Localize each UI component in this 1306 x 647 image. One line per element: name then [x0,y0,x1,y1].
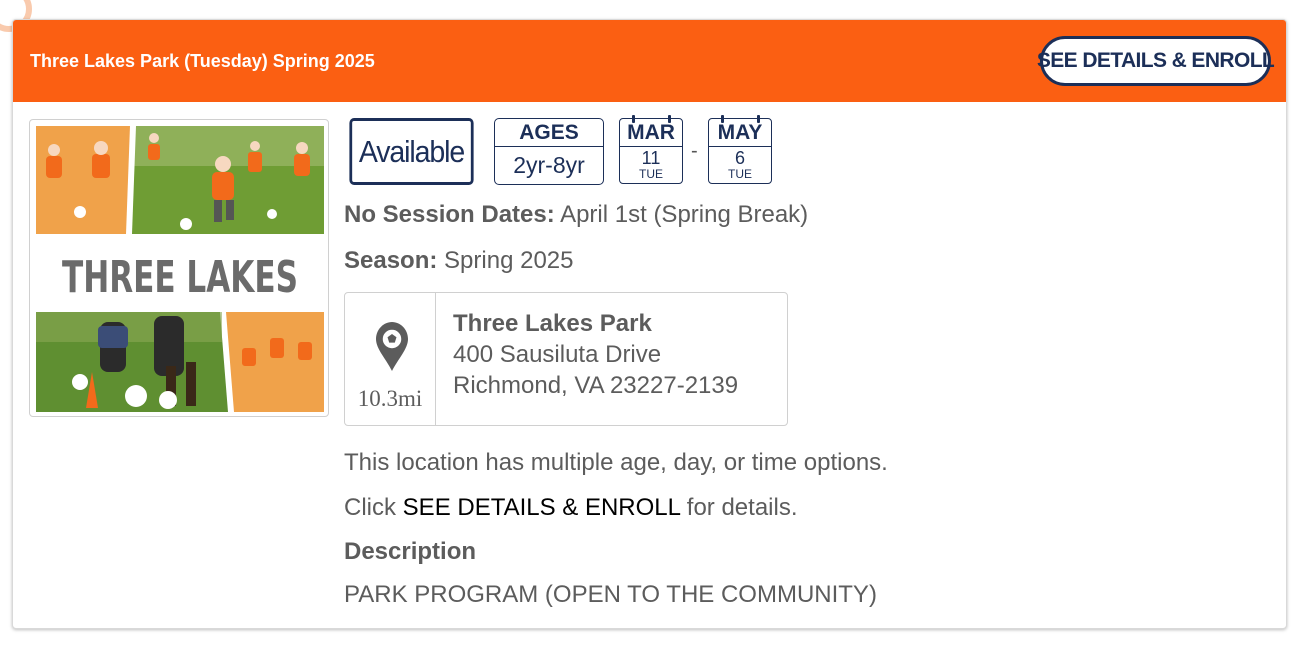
see-details-enroll-button[interactable]: SEE DETAILS & ENROLL [1037,36,1275,86]
location-distance-panel: 10.3mi [345,293,436,425]
availability-badge: Available [349,118,474,185]
start-month: MAR [620,119,682,147]
no-session-dates: No Session Dates: April 1st (Spring Brea… [344,201,808,229]
start-weekday: TUE [639,167,663,181]
location-card[interactable]: 10.3mi Three Lakes Park 400 Sausiluta Dr… [344,292,788,426]
end-month: MAY [709,119,771,147]
card-header: Three Lakes Park (Tuesday) Spring 2025 S… [13,20,1286,102]
end-weekday: TUE [728,167,752,181]
multiple-options-note: This location has multiple age, day, or … [344,449,888,476]
ages-badge: AGES 2yr-8yr [494,118,604,185]
program-title: Three Lakes Park (Tuesday) Spring 2025 [30,51,375,71]
ages-value: 2yr-8yr [513,152,585,178]
season-label: Season: [344,247,438,274]
location-street: 400 Sausiluta Drive [453,341,662,368]
description-heading: Description [344,538,477,565]
no-session-value: April 1st (Spring Break) [560,201,809,228]
ages-label: AGES [495,119,603,147]
season-value: Spring 2025 [444,247,574,274]
program-card: Three Lakes Park (Tuesday) Spring 2025 S… [12,19,1287,629]
location-name: Three Lakes Park [453,310,652,337]
start-day: 11 [641,148,661,168]
end-date-calendar-icon: MAY 6 TUE [708,115,772,184]
location-city: Richmond, VA 23227-2139 [453,372,739,399]
end-day: 6 [734,148,745,168]
three-lakes-photo-collage: THREE LAKES [36,126,324,412]
location-address: Three Lakes Park 400 Sausiluta Drive Ric… [453,308,738,401]
season-info: Season: Spring 2025 [344,247,573,275]
description-text: PARK PROGRAM (OPEN TO THE COMMUNITY) [344,581,877,608]
click-instruction: Click SEE DETAILS & ENROLL for details. [344,494,798,522]
click-suffix: for details. [686,494,798,521]
svg-text:THREE LAKES: THREE LAKES [62,252,298,303]
start-date-calendar-icon: MAR 11 TUE [619,115,683,184]
click-prefix: Click [344,494,396,521]
program-image: THREE LAKES [29,119,329,417]
no-session-label: No Session Dates: [344,201,555,228]
date-range-separator: - [691,140,698,162]
soccer-map-pin-icon [376,322,408,371]
see-details-enroll-link[interactable]: SEE DETAILS & ENROLL [403,494,680,521]
location-distance: 10.3mi [357,386,423,411]
